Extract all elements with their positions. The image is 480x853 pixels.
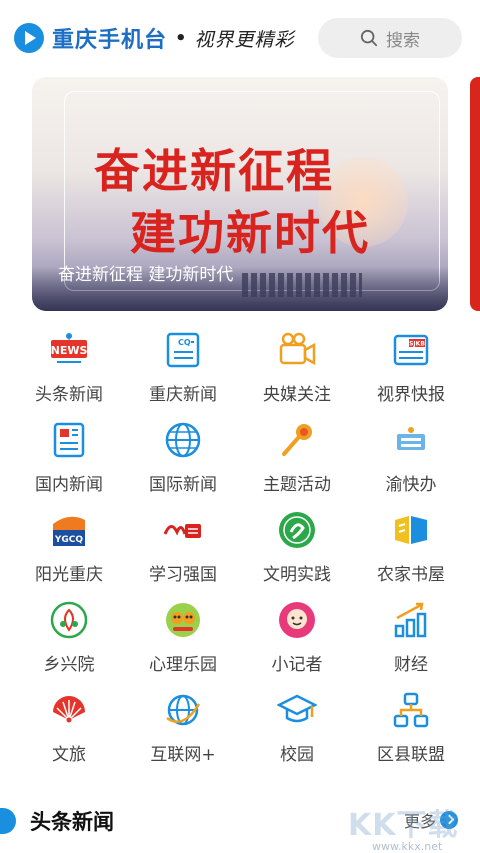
grid-item-label: 头条新闻 [35, 385, 103, 405]
grid-item-domestic-news[interactable]: 国内新闻 [12, 420, 126, 510]
grid-item-label: 乡兴院 [43, 655, 95, 675]
banner-caption: 奋进新征程 建功新时代 [58, 265, 234, 285]
banner-carousel[interactable]: 奋进新征程 建功新时代 奋进新征程 建功新时代 [32, 77, 448, 311]
grid-item-label: 渝快办 [385, 475, 437, 495]
grid-item-theme-events[interactable]: 主题活动 [240, 420, 354, 510]
grid-item-label: 重庆新闻 [149, 385, 217, 405]
top-header: 重庆手机台 • 视界更精彩 搜索 [0, 0, 480, 76]
internet-plus-icon [163, 690, 203, 730]
globe-icon [163, 420, 203, 460]
search-placeholder: 搜索 [386, 30, 420, 51]
grid-item-yukuaiban[interactable]: 渝快办 [354, 420, 468, 510]
grid-item-label: 学习强国 [149, 565, 217, 585]
video-camera-icon [277, 330, 317, 370]
grid-item-label: 国内新闻 [35, 475, 103, 495]
grid-item-rural-revival[interactable]: 乡兴院 [12, 600, 126, 690]
ygcq-logo-icon: YGCQ [49, 510, 89, 550]
watermark-logo: KK下载 [348, 808, 459, 843]
microphone-icon [277, 420, 317, 460]
svg-text:NEWS: NEWS [51, 344, 88, 357]
news-icon: NEWS [49, 330, 89, 370]
search-icon [360, 29, 378, 47]
fan-icon [49, 690, 89, 730]
svg-text:SJKB: SJKB [409, 341, 425, 348]
grid-item-finance[interactable]: 财经 [354, 600, 468, 690]
civilization-badge-icon [277, 510, 317, 550]
psychology-garden-icon [163, 600, 203, 640]
svg-text:CQ: CQ [178, 338, 191, 347]
banner-headline-1: 奋进新征程 [94, 144, 334, 198]
grid-item-label: 视界快报 [377, 385, 445, 405]
grid-item-psychology-garden[interactable]: 心理乐园 [126, 600, 240, 690]
banner-headline-2: 建功新时代 [130, 206, 370, 260]
grid-item-vision-express[interactable]: SJKB 视界快报 [354, 330, 468, 420]
app-logo: 重庆手机台 • 视界更精彩 [14, 22, 295, 54]
network-tree-icon [391, 690, 431, 730]
section-title: 头条新闻 [30, 810, 114, 834]
grid-item-central-media[interactable]: 央媒关注 [240, 330, 354, 420]
grid-item-label: 央媒关注 [263, 385, 331, 405]
grid-item-farmhouse-library[interactable]: 农家书屋 [354, 510, 468, 600]
grid-item-international-news[interactable]: 国际新闻 [126, 420, 240, 510]
grid-item-label: 国际新闻 [149, 475, 217, 495]
grid-item-label: 农家书屋 [377, 565, 445, 585]
grid-item-culture-tourism[interactable]: 文旅 [12, 690, 126, 780]
grid-item-campus[interactable]: 校园 [240, 690, 354, 780]
grid-item-district-alliance[interactable]: 区县联盟 [354, 690, 468, 780]
grid-item-label: 心理乐园 [149, 655, 217, 675]
growth-chart-icon [391, 600, 431, 640]
xuexi-qiangguo-logo-icon [163, 510, 203, 550]
graduation-cap-icon [277, 690, 317, 730]
grid-item-label: 互联网+ [150, 745, 216, 765]
title-separator: • [175, 27, 187, 49]
watermark-url: www.kkx.net [372, 840, 443, 853]
sjkb-newspaper-icon: SJKB [391, 330, 431, 370]
grid-item-label: 区县联盟 [377, 745, 445, 765]
grid-item-chongqing-news[interactable]: CQ 重庆新闻 [126, 330, 240, 420]
app-name: 重庆手机台 [52, 28, 168, 53]
grid-item-sunshine-chongqing[interactable]: YGCQ 阳光重庆 [12, 510, 126, 600]
rural-emblem-icon [49, 600, 89, 640]
grid-item-civilization-practice[interactable]: 文明实践 [240, 510, 354, 600]
newspaper-icon [49, 420, 89, 460]
grid-item-label: 主题活动 [263, 475, 331, 495]
grid-item-young-reporter[interactable]: 小记者 [240, 600, 354, 690]
grid-item-headlines[interactable]: NEWS 头条新闻 [12, 330, 126, 420]
cq-document-icon: CQ [163, 330, 203, 370]
grid-item-label: 财经 [394, 655, 428, 675]
next-banner-peek[interactable] [470, 77, 480, 311]
grid-item-label: 小记者 [271, 655, 323, 675]
section-accent-bar [0, 808, 16, 834]
grid-item-xuexi-qiangguo[interactable]: 学习强国 [126, 510, 240, 600]
grid-item-internet-plus[interactable]: 互联网+ [126, 690, 240, 780]
search-box[interactable]: 搜索 [318, 18, 462, 58]
grid-item-label: 文旅 [52, 745, 86, 765]
grid-item-label: 文明实践 [263, 565, 331, 585]
app-slogan: 视界更精彩 [194, 28, 295, 51]
banner-skyline [242, 273, 362, 297]
grid-item-label: 阳光重庆 [35, 565, 103, 585]
play-logo-icon [14, 23, 44, 53]
young-reporter-icon [277, 600, 317, 640]
grid-item-label: 校园 [280, 745, 314, 765]
yukuaiban-logo-icon [391, 420, 431, 460]
svg-text:YGCQ: YGCQ [54, 535, 84, 545]
book-house-icon [391, 510, 431, 550]
